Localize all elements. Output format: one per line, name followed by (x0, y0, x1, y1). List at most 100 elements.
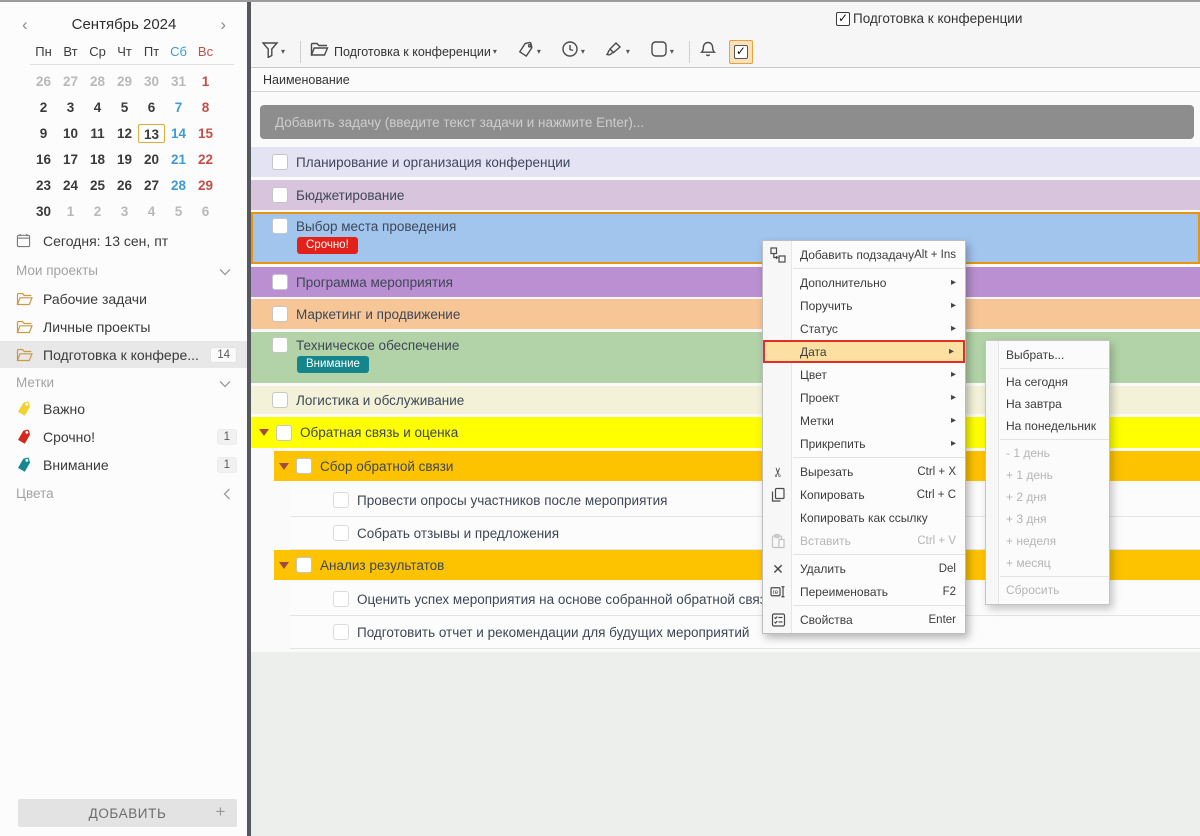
calendar-day[interactable]: 8 (192, 98, 219, 117)
submenu-item-plus-month[interactable]: + месяц (986, 552, 1109, 574)
calendar-day[interactable]: 12 (111, 124, 138, 143)
task-row-program[interactable]: Программа мероприятия (251, 267, 1200, 297)
sidebar-item-label-attention[interactable]: Внимание 1 (0, 452, 247, 477)
menu-item-rename[interactable]: re Переименовать F2 (763, 580, 965, 603)
calendar-day[interactable]: 29 (192, 176, 219, 195)
sidebar-item-conference-project[interactable]: Подготовка к конфере... 14 (0, 341, 247, 368)
task-row-marketing[interactable]: Маркетинг и продвижение (251, 299, 1200, 329)
sidebar-group-labels[interactable]: Метки (0, 370, 247, 395)
calendar-day[interactable]: 6 (138, 98, 165, 117)
calendar-day[interactable]: 2 (84, 202, 111, 221)
submenu-item-choose[interactable]: Выбрать... (986, 344, 1109, 366)
calendar-day[interactable]: 22 (192, 150, 219, 169)
task-checkbox[interactable] (276, 425, 292, 441)
menu-item-cut[interactable]: ✂ Вырезать Ctrl + X (763, 460, 965, 483)
submenu-item-plus-week[interactable]: + неделя (986, 530, 1109, 552)
task-checkbox[interactable] (272, 392, 288, 408)
sidebar-group-my-projects[interactable]: Мои проекты (0, 258, 247, 283)
calendar-day[interactable]: 11 (84, 124, 111, 143)
task-checkbox[interactable] (333, 591, 349, 607)
calendar-day[interactable]: 15 (192, 124, 219, 143)
submenu-item-minus-1-day[interactable]: - 1 день (986, 442, 1109, 464)
calendar-day[interactable]: 31 (165, 72, 192, 91)
calendar-day[interactable]: 5 (165, 202, 192, 221)
calendar-day[interactable]: 7 (165, 98, 192, 117)
reminder-button[interactable] (699, 40, 717, 63)
task-checkbox[interactable] (272, 187, 288, 203)
menu-item-date[interactable]: Дата ▸ (763, 340, 965, 363)
calendar-day[interactable]: 3 (111, 202, 138, 221)
calendar-day[interactable]: 16 (30, 150, 57, 169)
menu-item-copy[interactable]: Копировать Ctrl + C (763, 483, 965, 506)
task-checkbox[interactable] (296, 557, 312, 573)
menu-item-project[interactable]: Проект ▸ (763, 386, 965, 409)
sidebar-item-label-urgent[interactable]: Срочно! 1 (0, 424, 247, 449)
submenu-item-reset[interactable]: Сбросить (986, 579, 1109, 601)
add-task-input[interactable] (260, 105, 1194, 139)
paint-button[interactable]: ▾ (605, 41, 630, 63)
task-checkbox[interactable] (333, 624, 349, 640)
menu-item-delete[interactable]: ✕ Удалить Del (763, 557, 965, 580)
menu-item-color[interactable]: Цвет ▸ (763, 363, 965, 386)
task-checkbox[interactable] (272, 306, 288, 322)
calendar-day[interactable]: 1 (57, 202, 84, 221)
calendar-day[interactable]: 17 (57, 150, 84, 169)
menu-item-properties[interactable]: Свойства Enter (763, 608, 965, 631)
calendar-day[interactable]: 30 (138, 72, 165, 91)
submenu-item-tomorrow[interactable]: На завтра (986, 393, 1109, 415)
sidebar-item-work-tasks[interactable]: Рабочие задачи (0, 286, 247, 311)
calendar-day[interactable]: 27 (57, 72, 84, 91)
calendar-day[interactable]: 10 (57, 124, 84, 143)
calendar-day[interactable]: 5 (111, 98, 138, 117)
filter-button[interactable]: ▾ (261, 41, 285, 63)
submenu-item-today[interactable]: На сегодня (986, 371, 1109, 393)
task-checkbox[interactable] (272, 154, 288, 170)
project-selector-button[interactable]: Подготовка к конференции ▾ (310, 42, 497, 62)
task-row-venue-selection[interactable]: Выбор места проведения Срочно! (251, 212, 1200, 264)
task-checkbox[interactable] (333, 525, 349, 541)
calendar-day[interactable]: 4 (84, 98, 111, 117)
task-checkbox[interactable] (272, 218, 288, 234)
color-button[interactable]: ▾ (650, 40, 674, 63)
submenu-item-plus-2-days[interactable]: + 2 дня (986, 486, 1109, 508)
menu-item-more[interactable]: Дополнительно ▸ (763, 271, 965, 294)
menu-item-attach[interactable]: Прикрепить ▸ (763, 432, 965, 455)
calendar-day[interactable]: 29 (111, 72, 138, 91)
calendar-day[interactable]: 4 (138, 202, 165, 221)
calendar-day[interactable]: 23 (30, 176, 57, 195)
sidebar-item-label-important[interactable]: Важно (0, 396, 247, 421)
calendar-day[interactable]: 18 (84, 150, 111, 169)
collapse-triangle-icon[interactable] (279, 463, 289, 470)
collapse-triangle-icon[interactable] (279, 562, 289, 569)
sidebar-group-colors[interactable]: Цвета (0, 481, 247, 506)
menu-item-assign[interactable]: Поручить ▸ (763, 294, 965, 317)
checked-checkbox-icon[interactable]: ✓ (836, 12, 850, 26)
task-row-planning[interactable]: Планирование и организация конференции (251, 147, 1200, 177)
add-project-button[interactable]: ДОБАВИТЬ + (18, 799, 237, 827)
submenu-item-monday[interactable]: На понедельник (986, 415, 1109, 437)
task-checkbox[interactable] (296, 458, 312, 474)
submenu-item-plus-3-days[interactable]: + 3 дня (986, 508, 1109, 530)
task-checkbox[interactable] (272, 274, 288, 290)
calendar-day[interactable]: 26 (111, 176, 138, 195)
calendar-day[interactable]: 2 (30, 98, 57, 117)
calendar-day[interactable]: 9 (30, 124, 57, 143)
calendar-prev-icon[interactable]: ‹ (22, 16, 28, 33)
task-checkbox[interactable] (333, 492, 349, 508)
calendar-day[interactable]: 14 (165, 124, 192, 143)
sidebar-item-today[interactable]: Сегодня: 13 сен, пт (0, 228, 247, 253)
calendar-day[interactable]: 20 (138, 150, 165, 169)
sidebar-divider[interactable] (247, 0, 251, 836)
calendar-day-today[interactable]: 13 (138, 124, 165, 143)
calendar-day[interactable]: 30 (30, 202, 57, 221)
column-header[interactable]: Наименование (251, 68, 1200, 92)
calendar-day[interactable]: 28 (84, 72, 111, 91)
submenu-item-plus-1-day[interactable]: + 1 день (986, 464, 1109, 486)
calendar-next-icon[interactable]: › (220, 16, 226, 33)
menu-item-add-subtask[interactable]: Добавить подзадачу Alt + Ins (763, 243, 965, 266)
calendar-day[interactable]: 25 (84, 176, 111, 195)
calendar-day[interactable]: 28 (165, 176, 192, 195)
calendar-day[interactable]: 1 (192, 72, 219, 91)
schedule-button[interactable]: ▾ (561, 40, 585, 63)
sidebar-item-personal-projects[interactable]: Личные проекты (0, 314, 247, 339)
